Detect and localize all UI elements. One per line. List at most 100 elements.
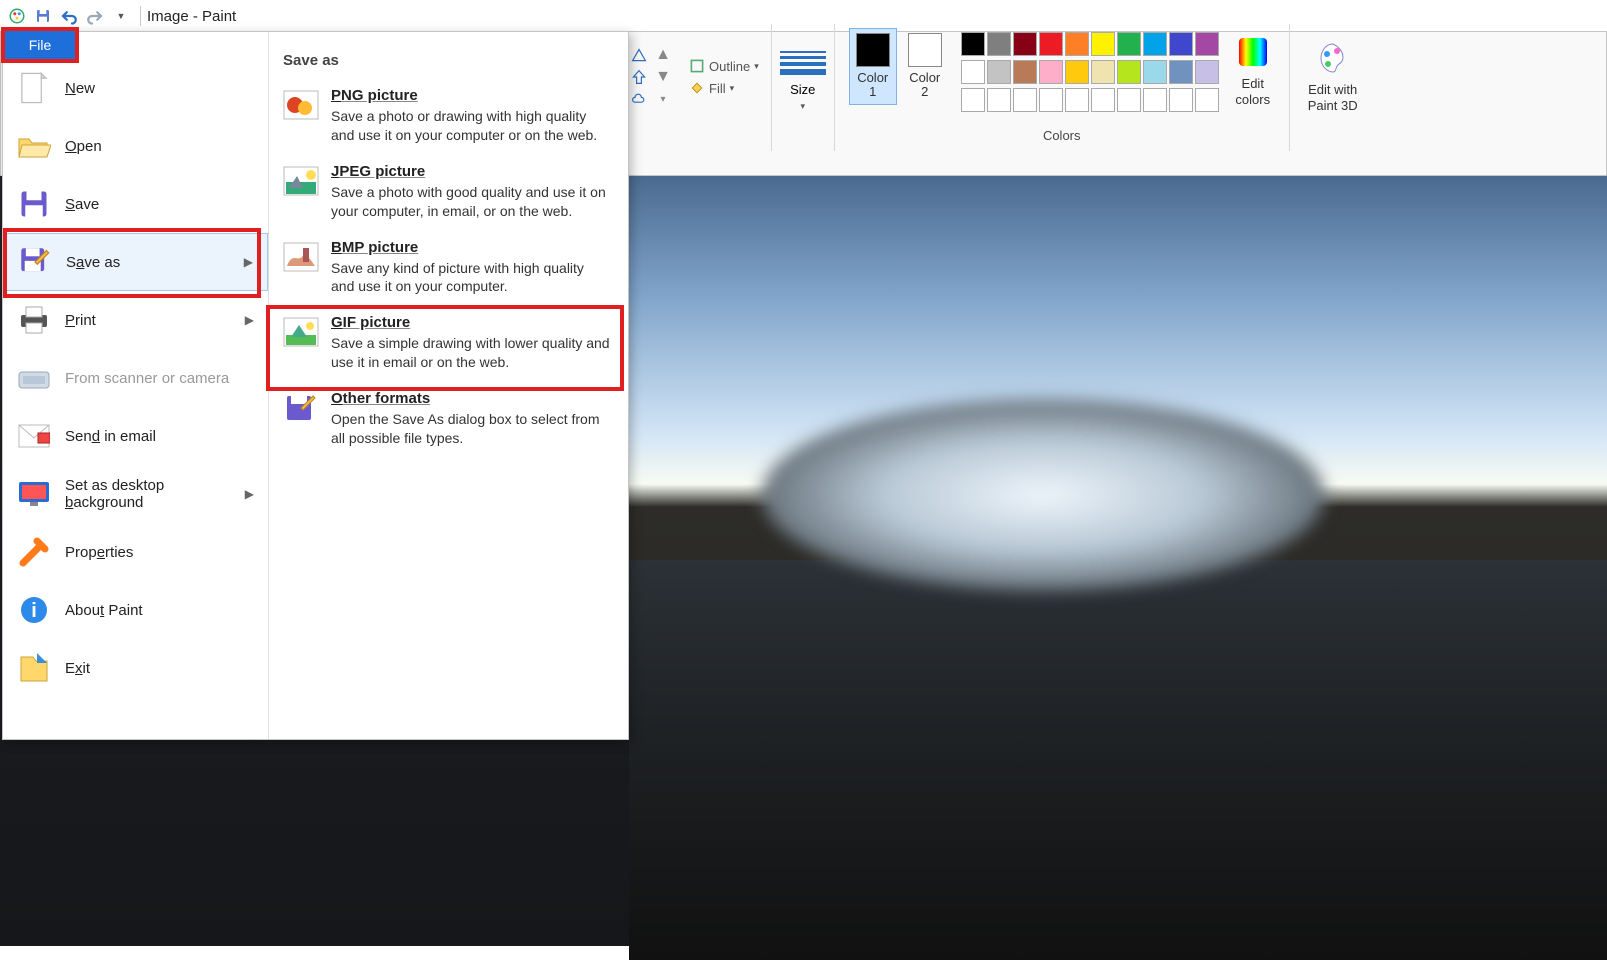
color-swatch[interactable] — [1013, 88, 1037, 112]
fill-dropdown[interactable]: Fill ▾ — [685, 78, 763, 98]
file-menu-item-properties[interactable]: Properties — [3, 523, 268, 581]
submenu-arrow-icon: ▶ — [245, 313, 254, 327]
redo-icon[interactable] — [84, 5, 106, 27]
color-swatch[interactable] — [1169, 32, 1193, 56]
file-menu-item-desktop[interactable]: Set as desktop background▶ — [3, 465, 268, 523]
file-menu-item-exit[interactable]: Exit — [3, 639, 268, 697]
saveas-thumb-icon — [283, 390, 319, 426]
color-palette — [961, 28, 1219, 112]
color-swatch[interactable] — [987, 32, 1011, 56]
file-item-label: About Paint — [65, 602, 143, 619]
color-swatch[interactable] — [1091, 32, 1115, 56]
file-item-label: Exit — [65, 660, 90, 677]
color-swatch[interactable] — [1013, 32, 1037, 56]
color-swatch[interactable] — [1065, 60, 1089, 84]
file-menu-item-save[interactable]: Save — [3, 175, 268, 233]
color-swatch[interactable] — [961, 32, 985, 56]
color-swatch[interactable] — [1143, 32, 1167, 56]
color-swatch[interactable] — [987, 88, 1011, 112]
color-swatch[interactable] — [1169, 60, 1193, 84]
file-menu-button[interactable]: File — [5, 31, 75, 59]
email-icon — [17, 419, 51, 453]
saveas-option-other[interactable]: Other formatsOpen the Save As dialog box… — [269, 382, 628, 458]
file-item-label: Properties — [65, 544, 133, 561]
color2-button[interactable]: Color 2 — [901, 28, 949, 105]
color-swatch[interactable] — [1065, 32, 1089, 56]
saveas-option-desc: Save a simple drawing with lower quality… — [331, 334, 611, 372]
color-swatch[interactable] — [1039, 60, 1063, 84]
color-swatch[interactable] — [1039, 32, 1063, 56]
color-swatch[interactable] — [1091, 88, 1115, 112]
file-menu-item-print[interactable]: Print ▶ — [3, 291, 268, 349]
file-menu-item-scanner: From scanner or camera — [3, 349, 268, 407]
qat-customize-dropdown[interactable]: ▼ — [110, 5, 132, 27]
color-swatch[interactable] — [1065, 88, 1089, 112]
color-swatch[interactable] — [961, 60, 985, 84]
file-menu-item-new[interactable]: New — [3, 59, 268, 117]
save-icon[interactable] — [32, 5, 54, 27]
color-swatch[interactable] — [961, 88, 985, 112]
file-menu-item-email[interactable]: Send in email — [3, 407, 268, 465]
saveas-option-jpeg[interactable]: JPEG pictureSave a photo with good quali… — [269, 155, 628, 231]
save-icon — [17, 187, 51, 221]
scroll-up-icon[interactable]: ▲ — [653, 45, 673, 65]
shapes-more-icon[interactable]: ▾ — [653, 89, 673, 109]
file-menu-popup: NewOpenSaveSave as▶Print▶From scanner or… — [2, 31, 629, 740]
saveas-option-gif[interactable]: GIF pictureSave a simple drawing with lo… — [269, 306, 628, 382]
outline-dropdown[interactable]: Outline ▾ — [685, 56, 763, 76]
color-swatch[interactable] — [1169, 88, 1193, 112]
color-swatch[interactable] — [1195, 88, 1219, 112]
color-swatch[interactable] — [1117, 32, 1141, 56]
color-swatch[interactable] — [987, 60, 1011, 84]
color-swatch[interactable] — [1091, 60, 1115, 84]
saveas-option-png[interactable]: PNG pictureSave a photo or drawing with … — [269, 79, 628, 155]
saveas-panel-title: Save as — [269, 44, 628, 79]
color-swatch[interactable] — [1143, 60, 1167, 84]
color-swatch[interactable] — [1195, 32, 1219, 56]
color1-button[interactable]: Color 1 — [849, 28, 897, 105]
app-icon — [6, 5, 28, 27]
saveas-option-title: PNG picture — [331, 87, 611, 104]
colors-group: Color 1 Color 2 Edit colors Colors — [835, 24, 1290, 151]
window-title: Image - Paint — [147, 8, 236, 25]
file-item-label: Save — [65, 196, 99, 213]
color-swatch[interactable] — [1117, 60, 1141, 84]
desktop-icon — [17, 477, 51, 511]
undo-icon[interactable] — [58, 5, 80, 27]
edit-with-paint3d-button[interactable]: Edit with Paint 3D — [1298, 34, 1368, 119]
color-swatch[interactable] — [1117, 88, 1141, 112]
properties-icon — [17, 535, 51, 569]
cloud-shape-icon[interactable] — [629, 89, 649, 109]
scroll-down-icon[interactable]: ▼ — [653, 67, 673, 87]
file-menu-item-about[interactable]: iAbout Paint — [3, 581, 268, 639]
color-swatch[interactable] — [1195, 60, 1219, 84]
size-label: Size — [790, 82, 815, 97]
file-item-label: New — [65, 80, 95, 97]
ribbon-visible-section: ▲ ▼ ▾ Outline ▾ Fill — [629, 24, 1607, 151]
color1-label: Color 1 — [857, 71, 888, 100]
edit-colors-button[interactable]: Edit colors — [1225, 28, 1281, 113]
file-menu-item-open[interactable]: Open — [3, 117, 268, 175]
fill-label: Fill — [709, 81, 726, 96]
arrow-up-shape-icon[interactable] — [629, 67, 649, 87]
edit-paint3d-label: Edit with Paint 3D — [1308, 82, 1358, 113]
file-menu-item-saveas[interactable]: Save as▶ — [3, 233, 268, 291]
file-item-label: Send in email — [65, 428, 156, 445]
color-swatch[interactable] — [1039, 88, 1063, 112]
color-swatch[interactable] — [1013, 60, 1037, 84]
submenu-arrow-icon: ▶ — [244, 255, 253, 269]
file-item-label: From scanner or camera — [65, 370, 229, 387]
print-icon — [17, 303, 51, 337]
triangle-shape-icon[interactable] — [629, 45, 649, 65]
saveas-option-bmp[interactable]: BMP picture Save any kind of picture with… — [269, 231, 628, 307]
size-group: Size ▾ . — [772, 24, 835, 151]
scanner-icon — [17, 361, 51, 395]
file-item-label: Print — [65, 312, 96, 329]
size-button[interactable]: Size ▾ — [780, 42, 826, 112]
file-item-label: Open — [65, 138, 102, 155]
saveas-thumb-icon — [283, 87, 319, 123]
saveas-option-title: BMP picture — [331, 239, 611, 256]
saveas-option-title: JPEG picture — [331, 163, 611, 180]
saveas-option-desc: Save any kind of picture with high quali… — [331, 259, 611, 297]
color-swatch[interactable] — [1143, 88, 1167, 112]
